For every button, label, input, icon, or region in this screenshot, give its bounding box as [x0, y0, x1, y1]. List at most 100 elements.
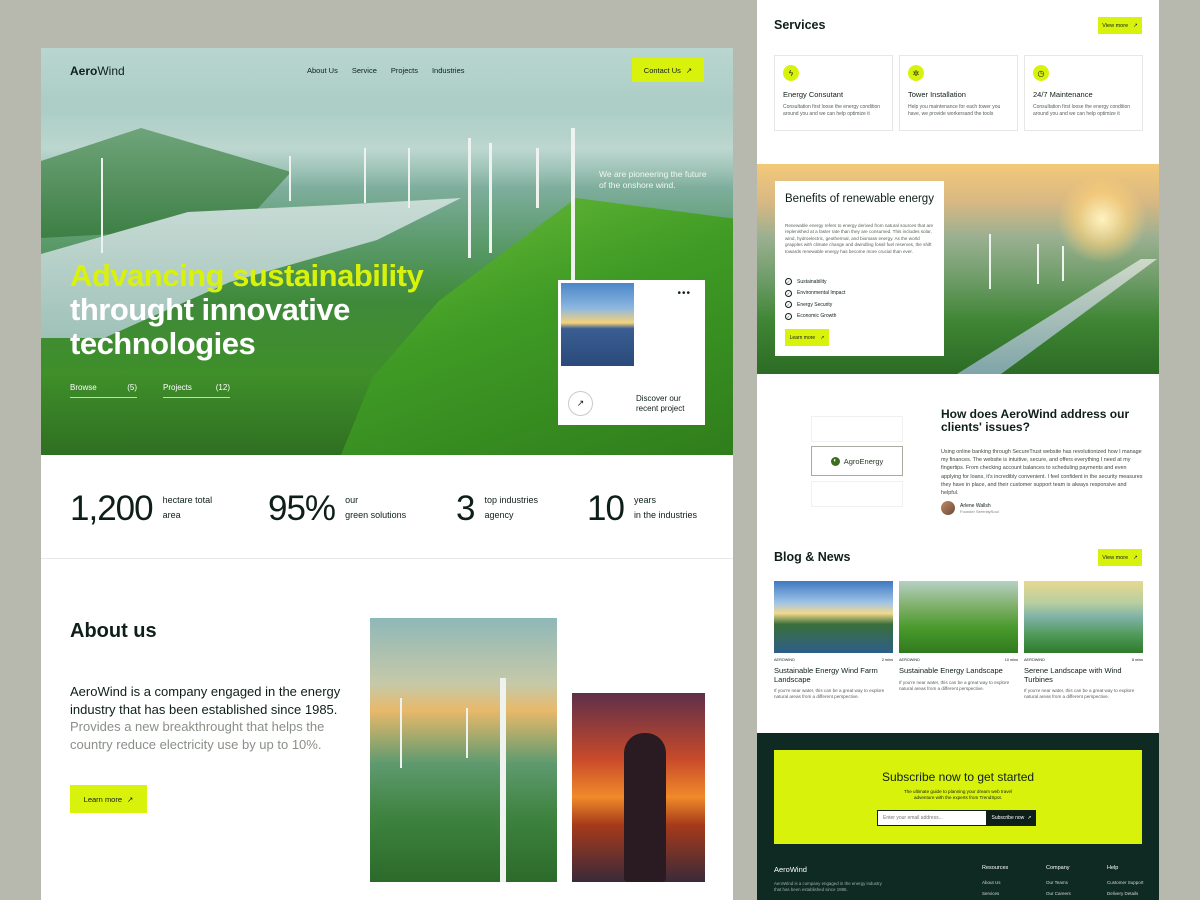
gear-icon: ✲	[908, 65, 924, 81]
stat-number: 1,200	[70, 489, 154, 528]
main-nav: About Us Service Projects Industries	[307, 66, 465, 75]
footer-link[interactable]: Delivery Details	[1107, 891, 1144, 896]
services-view-more-button[interactable]: View more ↗	[1098, 17, 1142, 34]
hero-note: We are pioneering the future of the onsh…	[599, 169, 707, 190]
service-desc: Consultation first loose the energy cond…	[1033, 104, 1131, 117]
check-icon: ✓	[785, 301, 792, 309]
landing-right-panel: Services View more ↗ ϟ Energy Consutant C…	[757, 0, 1159, 900]
blog-post-image	[1024, 581, 1143, 653]
stat-number: 95%	[268, 489, 336, 528]
browse-label: Browse	[70, 383, 97, 392]
recent-project-card[interactable]: ••• ↗ Discover our recent project	[558, 280, 705, 425]
footer-column: Help Customer Support Delivery Details	[1107, 865, 1144, 900]
footer-heading: Company	[1046, 865, 1070, 871]
footer-column: Company Our Teams Our Careers	[1046, 865, 1071, 900]
arrow-up-right-icon: ↗	[820, 334, 825, 341]
nav-link-projects[interactable]: Projects	[391, 66, 418, 75]
footer-desc: AeroWind is a company engaged in the ene…	[774, 881, 882, 892]
stat-label: years in the industries	[633, 495, 697, 520]
arrow-up-right-icon: ↗	[1133, 554, 1138, 561]
turbine-image	[571, 128, 575, 298]
blog-post-meta: AEROWIND 8 mins	[1024, 658, 1143, 662]
stat-item: 3 top industries agency	[456, 491, 538, 526]
client-logo[interactable]: ◐ AgroEnergy	[811, 446, 903, 476]
client-logo-text: AgroEnergy	[843, 456, 884, 466]
subscribe-box: Subscribe now to get started The ultimat…	[774, 750, 1142, 844]
service-title: Tower Installation	[908, 90, 966, 99]
list-item: ✓ Environmental Impact	[785, 289, 846, 297]
engineer-silhouette	[624, 733, 666, 882]
arrow-up-right-icon: ↗	[1133, 22, 1138, 29]
service-desc: Consultation first loose the energy cond…	[783, 104, 881, 117]
blog-post-image	[774, 581, 893, 653]
stat-item: 1,200 hectare total area	[70, 489, 212, 528]
canal-image	[957, 259, 1157, 374]
service-desc: Help you maintenance for each tower you …	[908, 104, 1001, 117]
service-card[interactable]: ϟ Energy Consutant Consultation first lo…	[774, 55, 893, 131]
footer-link[interactable]: Our Teams	[1046, 880, 1071, 885]
footer-link[interactable]: Our Careers	[1046, 891, 1071, 896]
projects-link[interactable]: Projects (12)	[163, 383, 230, 398]
list-item: ✓ Sustainability	[785, 278, 827, 286]
more-options-icon[interactable]: •••	[677, 288, 691, 299]
about-title: About us	[70, 620, 157, 642]
nav-link-about[interactable]: About Us	[307, 66, 338, 75]
stat-item: 95% our green solutions	[268, 489, 406, 528]
blog-post-card[interactable]: AEROWIND 2 mins Sustainable Energy Wind F…	[774, 581, 893, 700]
blog-post-card[interactable]: AEROWIND 8 mins Serene Landscape with Win…	[1024, 581, 1143, 700]
service-card[interactable]: ◷ 24/7 Maintenance Consultation first lo…	[1024, 55, 1143, 131]
nav-logo[interactable]: AeroWind	[70, 64, 125, 78]
arrow-up-right-icon: ↗	[1027, 815, 1032, 821]
footer-logo[interactable]: AeroWind	[774, 865, 807, 874]
check-icon: ✓	[785, 312, 792, 320]
contact-us-label: Contact Us	[643, 65, 681, 75]
testimonial-author: Arlene Wallsh Founder SerenitySoul	[941, 501, 999, 515]
footer-link[interactable]: About Us	[982, 880, 1008, 885]
view-more-label: View more	[1102, 554, 1129, 561]
turbine-image	[989, 234, 991, 289]
turbine-image	[468, 138, 471, 258]
arrow-up-right-icon[interactable]: ↗	[568, 391, 593, 416]
learn-more-label: Learn more	[789, 334, 816, 341]
services-title: Services	[774, 18, 826, 32]
blog-post-desc: If you're near water, this can be a grea…	[899, 679, 1010, 691]
contact-us-button[interactable]: Contact Us ↗	[632, 58, 704, 82]
avatar	[941, 501, 955, 515]
turbine-image	[101, 158, 103, 253]
email-input[interactable]	[877, 810, 987, 826]
logo-placeholder	[811, 481, 903, 507]
logo-placeholder	[811, 416, 903, 442]
list-item: ✓ Energy Security	[785, 301, 833, 309]
hero-title-rest: throught innovative technologies	[70, 292, 350, 361]
nav-link-industries[interactable]: Industries	[432, 66, 465, 75]
recent-project-text: Discover our recent project	[636, 394, 685, 413]
blog-post-image	[899, 581, 1018, 653]
footer-link[interactable]: Services	[982, 891, 1008, 896]
footer-link[interactable]: Customer Support	[1107, 880, 1144, 885]
learn-more-label: Learn more	[83, 794, 123, 804]
browse-count: (5)	[127, 383, 137, 392]
blog-view-more-button[interactable]: View more ↗	[1098, 549, 1142, 566]
footer-heading: Resources	[982, 865, 1009, 871]
turbine-image	[466, 708, 468, 758]
blog-post-card[interactable]: AEROWIND 10 mins Sustainable Energy Lands…	[899, 581, 1018, 692]
hero-title-highlight: Advancing sustainability	[70, 258, 424, 293]
view-more-label: View more	[1102, 22, 1129, 29]
service-card[interactable]: ✲ Tower Installation Help you maintenanc…	[899, 55, 1018, 131]
turbine-image	[536, 148, 539, 208]
turbine-image	[408, 148, 410, 208]
subscribe-button[interactable]: Subscribe now ↗	[987, 810, 1036, 826]
turbine-image	[489, 143, 492, 253]
check-icon: ✓	[785, 289, 792, 297]
benefits-title: Benefits of renewable energy	[785, 193, 934, 205]
turbine-image	[1062, 246, 1064, 281]
browse-link[interactable]: Browse (5)	[70, 383, 137, 398]
benefits-learn-more-button[interactable]: Learn more ↗	[785, 329, 829, 346]
clients-title: How does AeroWind address our clients' i…	[941, 407, 1130, 434]
subscribe-footer-section: Subscribe now to get started The ultimat…	[757, 733, 1159, 900]
engineer-sunset-image	[572, 693, 705, 882]
blog-post-title: Serene Landscape with Wind Turbines	[1024, 666, 1122, 684]
nav-link-service[interactable]: Service	[352, 66, 377, 75]
learn-more-button[interactable]: Learn more ↗	[70, 785, 147, 813]
about-text: AeroWind is a company engaged in the ene…	[70, 684, 341, 752]
